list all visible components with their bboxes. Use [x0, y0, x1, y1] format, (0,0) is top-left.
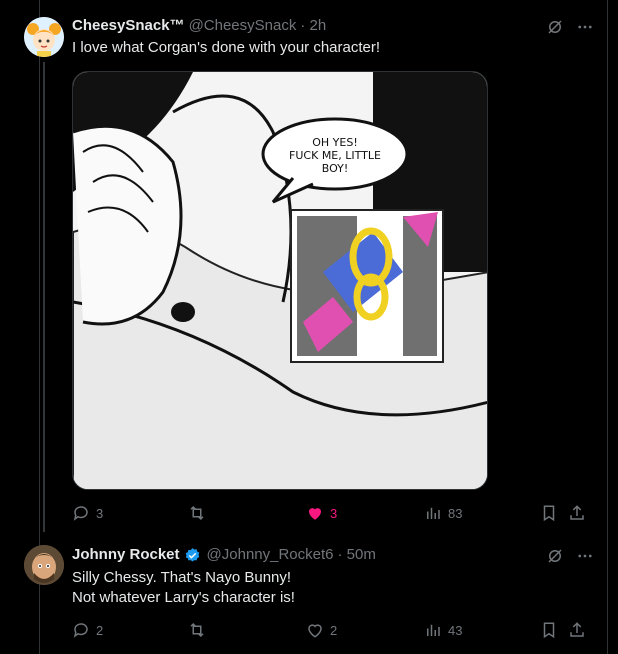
reply-icon: [73, 623, 88, 638]
heart-icon: [309, 508, 321, 520]
share-button[interactable]: [568, 504, 586, 522]
tweet-text-line: Not whatever Larry's character is!: [72, 589, 295, 606]
retweet-button[interactable]: [188, 504, 206, 522]
reply-icon: [73, 506, 88, 521]
tweet-text: Silly Chessy. That's Nayo Bunny! Not wha…: [72, 568, 295, 608]
share-icon: [570, 505, 584, 520]
timestamp[interactable]: · 50m: [338, 545, 376, 565]
tweet-johnny-rocket[interactable]: Johnny Rocket @Johnny_Rocket6 · 50m Sill…: [0, 535, 608, 654]
reply-count: 3: [96, 505, 104, 521]
grok-icon[interactable]: [546, 547, 564, 565]
share-button[interactable]: [568, 621, 586, 639]
like-count: 2: [330, 622, 338, 638]
views-count: 43: [448, 622, 463, 638]
views-button[interactable]: 83: [424, 504, 462, 522]
verified-icon: [185, 547, 199, 562]
retweet-icon: [190, 622, 204, 638]
views-count: 83: [448, 505, 463, 521]
avatar[interactable]: [24, 545, 64, 585]
tweet-cheesysnack[interactable]: CheesySnack™ @CheesySnack · 2h I love wh…: [0, 0, 608, 535]
reply-button[interactable]: 3: [72, 504, 103, 522]
display-name[interactable]: Johnny Rocket: [72, 545, 180, 565]
user-handle[interactable]: @CheesySnack: [189, 16, 297, 36]
tweet-image[interactable]: OH YES! FUCK ME, LITTLE BOY!: [72, 71, 488, 490]
like-button[interactable]: 3: [306, 504, 337, 522]
views-icon: [427, 507, 440, 519]
tweet-text-line: Silly Chessy. That's Nayo Bunny!: [72, 569, 292, 586]
avatar[interactable]: [24, 17, 64, 57]
retweet-button[interactable]: [188, 621, 206, 639]
timestamp[interactable]: · 2h: [300, 16, 326, 36]
share-icon: [570, 622, 584, 637]
like-count: 3: [330, 505, 338, 521]
speech-bubble-text: OH YES! FUCK ME, LITTLE BOY!: [289, 136, 381, 175]
censor-sticker: [290, 209, 444, 363]
reply-button[interactable]: 2: [72, 621, 103, 639]
like-button[interactable]: 2: [306, 621, 337, 639]
views-button[interactable]: 43: [424, 621, 462, 639]
bookmark-icon: [543, 505, 555, 522]
bookmark-button[interactable]: [540, 504, 558, 522]
tweet-text: I love what Corgan's done with your char…: [72, 39, 381, 56]
heart-icon: [308, 624, 322, 638]
reply-count: 2: [96, 622, 104, 638]
more-icon[interactable]: [576, 547, 594, 565]
bookmark-button[interactable]: [540, 621, 558, 639]
bookmark-icon: [543, 622, 555, 639]
more-icon[interactable]: [576, 18, 594, 36]
views-icon: [427, 624, 440, 636]
grok-icon[interactable]: [546, 18, 564, 36]
display-name[interactable]: CheesySnack™: [72, 16, 185, 36]
user-handle[interactable]: @Johnny_Rocket6: [207, 545, 334, 565]
retweet-icon: [190, 505, 204, 521]
